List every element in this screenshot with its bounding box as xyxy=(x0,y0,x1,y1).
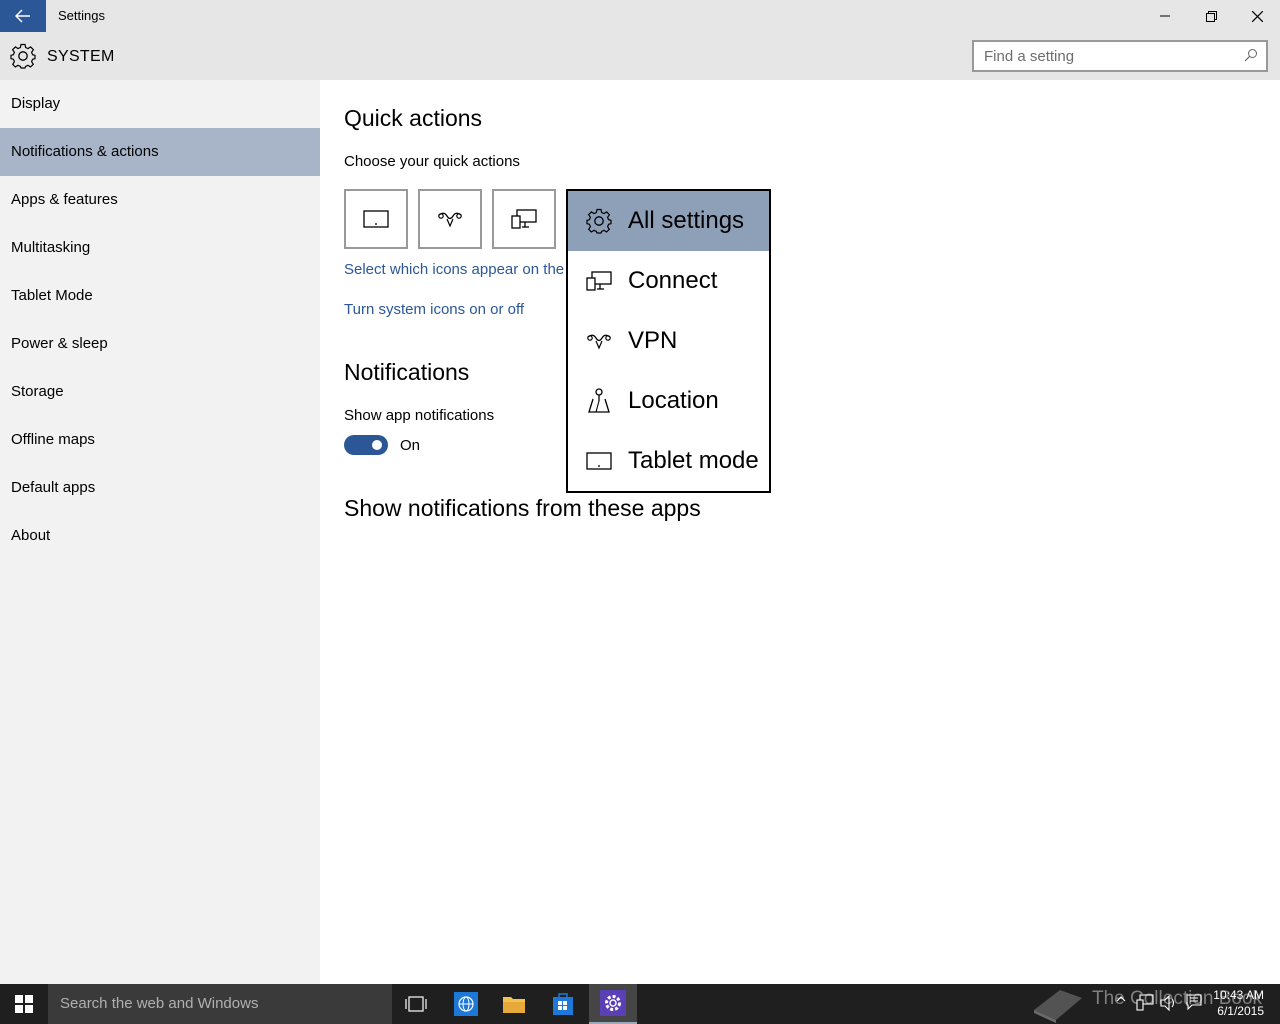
flyout-label: Location xyxy=(628,387,719,414)
globe-icon xyxy=(454,992,478,1016)
select-icons-link[interactable]: Select which icons appear on the t xyxy=(344,261,572,278)
gear-icon xyxy=(600,990,626,1016)
taskbar-browser-button[interactable] xyxy=(442,984,490,1024)
toggle-knob xyxy=(372,440,382,450)
tablet-mode-icon xyxy=(585,448,613,474)
quick-action-tile-tablet-mode[interactable] xyxy=(344,189,408,249)
action-center-icon[interactable] xyxy=(1186,994,1202,1010)
notifications-heading: Notifications xyxy=(344,359,470,385)
tablet-mode-icon xyxy=(363,210,389,228)
clock-date: 6/1/2015 xyxy=(1217,1004,1264,1018)
minimize-button[interactable] xyxy=(1142,0,1188,32)
sidebar: Display Notifications & actions Apps & f… xyxy=(0,80,320,984)
title-bar: Settings xyxy=(0,0,1280,32)
search-icon[interactable] xyxy=(1244,48,1258,62)
sidebar-item-default-apps[interactable]: Default apps xyxy=(0,464,320,512)
taskbar-search-placeholder: Search the web and Windows xyxy=(60,995,259,1012)
flyout-label: Tablet mode xyxy=(628,447,759,474)
flyout-item-connect[interactable]: Connect xyxy=(568,251,769,311)
search-input[interactable] xyxy=(974,42,1224,70)
settings-header: SYSTEM xyxy=(0,32,1280,80)
vpn-icon xyxy=(585,328,613,354)
close-button[interactable] xyxy=(1234,0,1280,32)
arrow-left-icon xyxy=(15,9,30,23)
minimize-icon xyxy=(1160,15,1170,17)
show-app-notifications-toggle[interactable] xyxy=(344,435,388,455)
sidebar-item-display[interactable]: Display xyxy=(0,80,320,128)
clock-time: 10:43 AM xyxy=(1213,988,1264,1002)
location-icon xyxy=(585,388,613,414)
vpn-icon xyxy=(438,212,462,228)
window-title: Settings xyxy=(58,8,105,23)
choose-quick-actions-label: Choose your quick actions xyxy=(344,153,520,170)
start-button[interactable] xyxy=(0,984,48,1024)
sidebar-item-tablet-mode[interactable]: Tablet Mode xyxy=(0,272,320,320)
page-title: SYSTEM xyxy=(47,48,115,65)
restore-icon xyxy=(1205,10,1217,22)
quick-action-flyout: All settings Connect VPN Location Tablet… xyxy=(566,189,771,493)
gear-icon xyxy=(585,208,613,234)
sidebar-item-storage[interactable]: Storage xyxy=(0,368,320,416)
toggle-state-label: On xyxy=(400,437,421,454)
taskbar-clock[interactable]: 10:43 AM 6/1/2015 xyxy=(1213,987,1264,1019)
taskbar-settings-button[interactable] xyxy=(589,984,637,1024)
sidebar-item-apps-features[interactable]: Apps & features xyxy=(0,176,320,224)
chevron-up-icon[interactable] xyxy=(1116,994,1126,1004)
flyout-label: VPN xyxy=(628,327,678,354)
system-icons-link[interactable]: Turn system icons on or off xyxy=(344,301,524,318)
task-view-icon xyxy=(405,996,427,1012)
taskbar-search[interactable]: Search the web and Windows xyxy=(48,984,392,1024)
search-box[interactable] xyxy=(972,40,1268,72)
windows-logo-icon xyxy=(15,995,33,1013)
sidebar-item-about[interactable]: About xyxy=(0,512,320,560)
connect-icon xyxy=(511,209,537,229)
flyout-label: Connect xyxy=(628,267,718,294)
flyout-item-all-settings[interactable]: All settings xyxy=(568,191,769,251)
flyout-item-tablet-mode[interactable]: Tablet mode xyxy=(568,431,769,491)
task-view-button[interactable] xyxy=(392,984,440,1024)
book-watermark-icon xyxy=(1034,990,1082,1023)
flyout-item-location[interactable]: Location xyxy=(568,371,769,431)
folder-icon xyxy=(503,997,525,1013)
sidebar-item-power-sleep[interactable]: Power & sleep xyxy=(0,320,320,368)
sidebar-item-offline-maps[interactable]: Offline maps xyxy=(0,416,320,464)
show-from-apps-heading: Show notifications from these apps xyxy=(344,495,701,521)
flyout-label: All settings xyxy=(628,207,745,234)
flyout-item-vpn[interactable]: VPN xyxy=(568,311,769,371)
taskbar: Search the web and Windows The Collectio… xyxy=(0,984,1280,1024)
quick-action-tile-connect[interactable] xyxy=(492,189,556,249)
back-button[interactable] xyxy=(0,0,46,32)
sidebar-item-notifications-actions[interactable]: Notifications & actions xyxy=(0,128,320,176)
taskbar-explorer-button[interactable] xyxy=(490,984,538,1024)
main-content: Quick actions Choose your quick actions … xyxy=(320,80,1280,984)
quick-actions-heading: Quick actions xyxy=(344,105,483,131)
taskbar-store-button[interactable] xyxy=(539,984,587,1024)
sidebar-item-multitasking[interactable]: Multitasking xyxy=(0,224,320,272)
volume-icon[interactable] xyxy=(1160,994,1178,1012)
store-icon xyxy=(553,993,573,1015)
network-icon[interactable] xyxy=(1136,994,1154,1012)
quick-action-tile-vpn[interactable] xyxy=(418,189,482,249)
show-app-notifications-label: Show app notifications xyxy=(344,407,495,424)
connect-icon xyxy=(585,268,613,294)
gear-icon xyxy=(10,43,36,69)
close-icon xyxy=(1251,10,1263,22)
restore-button[interactable] xyxy=(1188,0,1234,32)
